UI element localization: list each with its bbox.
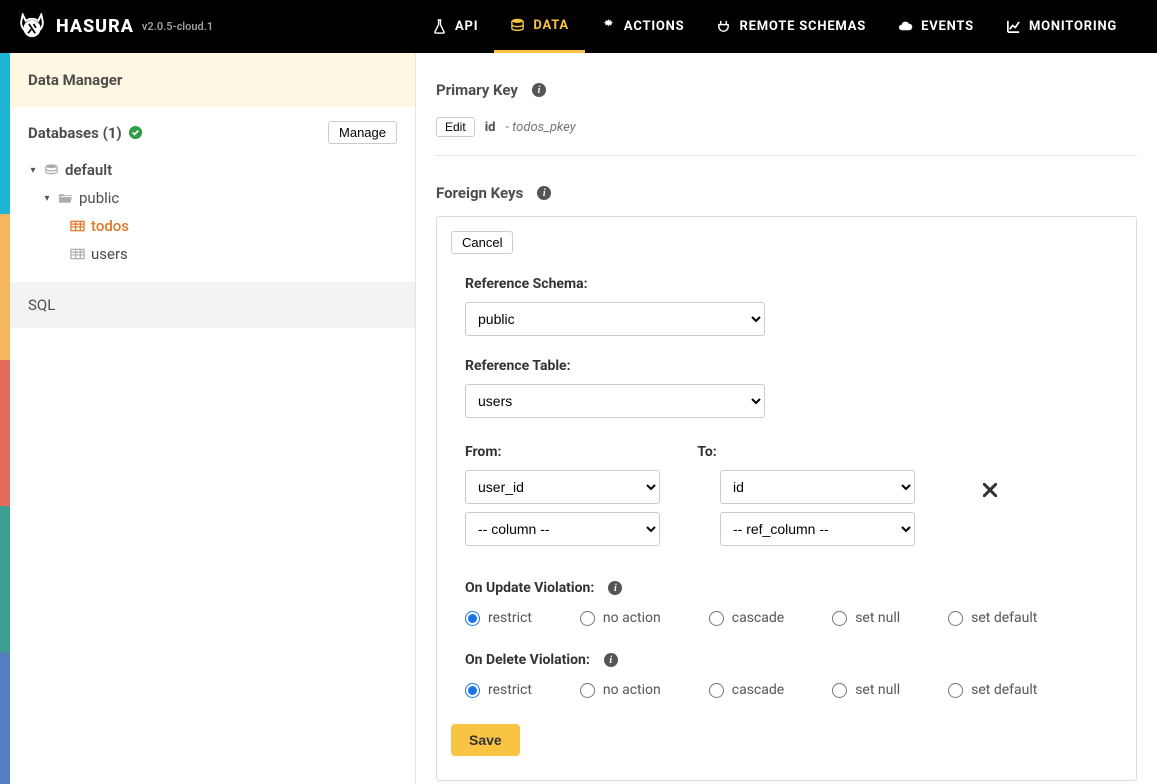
save-button[interactable]: Save bbox=[451, 724, 520, 756]
fk-editor-card: Cancel Reference Schema: public Referenc… bbox=[436, 216, 1137, 781]
hasura-logo-icon bbox=[18, 13, 46, 41]
manage-button[interactable]: Manage bbox=[328, 121, 397, 144]
databases-label: Databases (1) bbox=[28, 124, 122, 142]
cloud-icon bbox=[898, 19, 913, 34]
from-label: From: bbox=[465, 444, 501, 470]
info-icon[interactable]: i bbox=[532, 83, 546, 97]
pk-edit-button[interactable]: Edit bbox=[436, 117, 475, 137]
on-delete-setnull[interactable]: set null bbox=[832, 682, 900, 698]
nav-api-label: API bbox=[455, 19, 478, 34]
cancel-button[interactable]: Cancel bbox=[451, 231, 513, 254]
on-delete-radios: restrict no action cascade set null set … bbox=[465, 678, 1122, 698]
database-icon bbox=[510, 18, 525, 33]
brand-name: HASURA bbox=[56, 16, 134, 37]
ref-schema-select[interactable]: public bbox=[465, 302, 765, 336]
on-update-restrict[interactable]: restrict bbox=[465, 610, 532, 626]
tree-table-todos[interactable]: todos bbox=[28, 212, 397, 240]
tree-schema-public[interactable]: ▾ public bbox=[28, 184, 397, 212]
tree-table-label: users bbox=[91, 245, 128, 263]
nav-actions[interactable]: ACTIONS bbox=[585, 0, 701, 53]
sidebar-title: Data Manager bbox=[10, 53, 415, 107]
on-update-cascade[interactable]: cascade bbox=[709, 610, 784, 626]
chevron-down-icon: ▾ bbox=[42, 193, 52, 204]
on-delete-setdefault[interactable]: set default bbox=[948, 682, 1037, 698]
db-tree: ▾ default ▾ public todos users bbox=[10, 152, 415, 282]
tree-db-default[interactable]: ▾ default bbox=[28, 156, 397, 184]
nav-events[interactable]: EVENTS bbox=[882, 0, 990, 53]
tree-table-users[interactable]: users bbox=[28, 240, 397, 268]
topbar: HASURA v2.0.5-cloud.1 API DATA ACTIONS R… bbox=[0, 0, 1157, 53]
info-icon[interactable]: i bbox=[604, 653, 618, 667]
nav-data[interactable]: DATA bbox=[494, 0, 585, 53]
ref-table-select[interactable]: users bbox=[465, 384, 765, 418]
to-column-select-2[interactable]: -- ref_column -- bbox=[720, 512, 915, 546]
ref-schema-label: Reference Schema: bbox=[465, 272, 1122, 302]
info-icon[interactable]: i bbox=[608, 581, 622, 595]
info-icon[interactable]: i bbox=[537, 186, 551, 200]
nav-events-label: EVENTS bbox=[921, 19, 974, 34]
on-delete-restrict[interactable]: restrict bbox=[465, 682, 532, 698]
from-column-select-1[interactable]: user_id bbox=[465, 470, 660, 504]
database-icon bbox=[44, 164, 59, 176]
sidebar-sql[interactable]: SQL bbox=[10, 282, 415, 328]
sidebar: Data Manager Databases (1) Manage ▾ defa… bbox=[10, 53, 416, 784]
to-column-select-1[interactable]: id bbox=[720, 470, 915, 504]
tree-db-label: default bbox=[65, 161, 112, 179]
on-delete-noaction[interactable]: no action bbox=[580, 682, 661, 698]
pk-constraint-name: - todos_pkey bbox=[505, 120, 575, 135]
nav-data-label: DATA bbox=[533, 18, 569, 33]
nav-remote-schemas[interactable]: REMOTE SCHEMAS bbox=[700, 0, 882, 53]
on-update-setdefault[interactable]: set default bbox=[948, 610, 1037, 626]
main-content: Primary Key i Edit id - todos_pkey Forei… bbox=[416, 53, 1157, 784]
chevron-down-icon: ▾ bbox=[28, 165, 38, 176]
primary-key-title: Primary Key bbox=[436, 81, 518, 99]
pk-column: id bbox=[485, 120, 496, 135]
table-icon bbox=[70, 248, 85, 260]
chart-icon bbox=[1006, 19, 1021, 34]
brand: HASURA v2.0.5-cloud.1 bbox=[0, 13, 416, 41]
on-delete-cascade[interactable]: cascade bbox=[709, 682, 784, 698]
nav-monitoring[interactable]: MONITORING bbox=[990, 0, 1133, 53]
tree-table-label: todos bbox=[91, 217, 129, 235]
nav-monitoring-label: MONITORING bbox=[1029, 19, 1117, 34]
nav-actions-label: ACTIONS bbox=[624, 19, 685, 34]
flask-icon bbox=[432, 19, 447, 34]
folder-open-icon bbox=[58, 192, 73, 204]
foreign-keys-title: Foreign Keys bbox=[436, 184, 523, 202]
nav-api[interactable]: API bbox=[416, 0, 494, 53]
plug-icon bbox=[716, 19, 731, 34]
remove-mapping-icon[interactable] bbox=[975, 481, 997, 502]
on-delete-label: On Delete Violation: bbox=[465, 652, 590, 668]
top-nav: API DATA ACTIONS REMOTE SCHEMAS EVENTS M… bbox=[416, 0, 1133, 53]
tree-schema-label: public bbox=[79, 189, 119, 207]
on-update-label: On Update Violation: bbox=[465, 580, 594, 596]
table-icon bbox=[70, 220, 85, 232]
databases-heading: Databases (1) bbox=[28, 124, 143, 142]
on-update-radios: restrict no action cascade set null set … bbox=[465, 606, 1122, 626]
brand-version: v2.0.5-cloud.1 bbox=[142, 20, 213, 33]
check-circle-icon bbox=[128, 125, 143, 140]
on-update-noaction[interactable]: no action bbox=[580, 610, 661, 626]
from-column-select-2[interactable]: -- column -- bbox=[465, 512, 660, 546]
on-update-setnull[interactable]: set null bbox=[832, 610, 900, 626]
ref-table-label: Reference Table: bbox=[465, 336, 1122, 384]
nav-remote-label: REMOTE SCHEMAS bbox=[739, 19, 866, 34]
cog-bolt-icon bbox=[601, 19, 616, 34]
to-label: To: bbox=[697, 444, 716, 470]
rainbow-strip bbox=[0, 53, 10, 784]
